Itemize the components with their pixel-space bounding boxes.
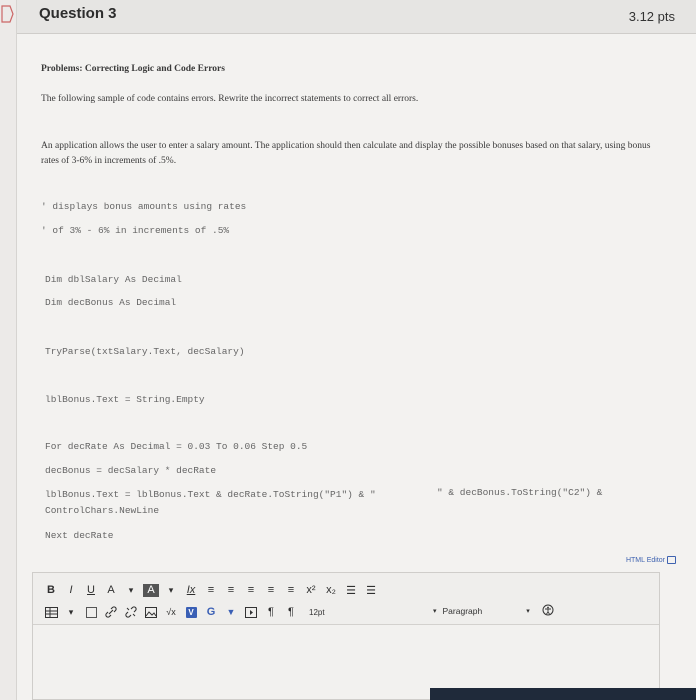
indent-button[interactable]: ≡	[283, 581, 299, 599]
align-justify-button[interactable]: ≡	[263, 581, 279, 599]
code-calc-bonus: decBonus = decSalary * decRate	[45, 465, 217, 476]
highlight-color-button[interactable]: A	[143, 583, 159, 597]
clear-formatting-button[interactable]: Ix	[183, 581, 199, 599]
link-icon[interactable]	[103, 603, 119, 621]
question-header: Question 3 3.12 pts	[17, 0, 696, 34]
code-dim-salary: Dim dblSalary As Decimal	[45, 274, 182, 285]
paragraph-format-select[interactable]: ▾ Paragraph ▾	[433, 604, 554, 618]
underline-button[interactable]: U	[83, 581, 99, 599]
code-for-loop: For decRate As Decimal = 0.03 To 0.06 St…	[45, 441, 308, 452]
text-color-button[interactable]: A	[103, 581, 119, 599]
ltr-paragraph-icon[interactable]: ¶	[263, 603, 279, 621]
problems-title: Problems: Correcting Logic and Code Erro…	[41, 64, 225, 74]
code-concat-line-a: lblBonus.Text = lblBonus.Text & decRate.…	[45, 489, 376, 500]
media-v-icon[interactable]: V	[183, 603, 199, 621]
table-dropdown-icon[interactable]: ▾	[63, 603, 79, 621]
html-editor-label: HTML Editor	[625, 556, 665, 564]
italic-button[interactable]: I	[63, 581, 79, 599]
code-comment-1: ' displays bonus amounts using rates	[41, 201, 247, 212]
subscript-button[interactable]: x₂	[323, 581, 339, 599]
paragraph-dropdown-icon[interactable]: ▾	[526, 607, 530, 615]
taskbar	[430, 688, 696, 700]
unlink-icon[interactable]	[123, 603, 139, 621]
rich-text-editor[interactable]: B I U A ▾ A ▾ Ix ≡ ≡ ≡ ≡ ≡ x² x₂ ☰ ☰ ▾ √…	[32, 572, 660, 700]
google-apps-icon[interactable]: G	[203, 603, 219, 621]
code-label-clear: lblBonus.Text = String.Empty	[45, 394, 205, 405]
code-comment-2: ' of 3% - 6% in increments of .5%	[41, 225, 230, 236]
table-icon[interactable]	[43, 603, 59, 621]
intro-text: The following sample of code contains er…	[41, 94, 419, 104]
code-next: Next decRate	[45, 530, 114, 541]
accessibility-icon[interactable]	[542, 604, 554, 618]
bold-button[interactable]: B	[43, 581, 59, 599]
text-color-dropdown-icon[interactable]: ▾	[123, 581, 139, 599]
equation-icon[interactable]: √x	[163, 603, 179, 621]
code-tryparse: TryParse(txtSalary.Text, decSalary)	[45, 346, 245, 357]
toolbar-row-2: ▾ √x V G ▼ ¶ ¶ 12pt	[43, 603, 325, 621]
bullet-list-button[interactable]: ☰	[343, 581, 359, 599]
question-title: Question 3	[39, 5, 117, 22]
html-editor-icon	[667, 556, 676, 564]
rtl-paragraph-icon[interactable]: ¶	[283, 603, 299, 621]
question-points: 3.12 pts	[628, 9, 675, 24]
highlight-color-dropdown-icon[interactable]: ▾	[163, 581, 179, 599]
toolbar-row-1: B I U A ▾ A ▾ Ix ≡ ≡ ≡ ≡ ≡ x² x₂ ☰ ☰	[43, 581, 383, 599]
code-dim-bonus: Dim decBonus As Decimal	[45, 297, 177, 308]
code-concat-line-b: " & decBonus.ToString("C2") &	[437, 487, 603, 498]
align-left-button[interactable]: ≡	[203, 581, 219, 599]
media-embed-icon[interactable]	[243, 603, 259, 621]
dropdown-v-icon[interactable]: ▼	[223, 603, 239, 621]
align-center-button[interactable]: ≡	[223, 581, 239, 599]
description-text: An application allows the user to enter …	[41, 141, 651, 166]
embed-icon[interactable]	[83, 603, 99, 621]
numbered-list-button[interactable]: ☰	[363, 581, 379, 599]
font-size-dropdown-icon[interactable]: ▾	[433, 607, 437, 615]
html-editor-link[interactable]: HTML Editor	[626, 556, 676, 564]
code-concat-line-c: ControlChars.NewLine	[45, 505, 160, 516]
font-size-select[interactable]: 12pt	[309, 608, 325, 617]
editor-toolbar: B I U A ▾ A ▾ Ix ≡ ≡ ≡ ≡ ≡ x² x₂ ☰ ☰ ▾ √…	[33, 573, 659, 625]
image-icon[interactable]	[143, 603, 159, 621]
align-right-button[interactable]: ≡	[243, 581, 259, 599]
superscript-button[interactable]: x²	[303, 581, 319, 599]
paragraph-label: Paragraph	[442, 606, 483, 616]
bookmark-flag-icon[interactable]	[0, 4, 14, 24]
